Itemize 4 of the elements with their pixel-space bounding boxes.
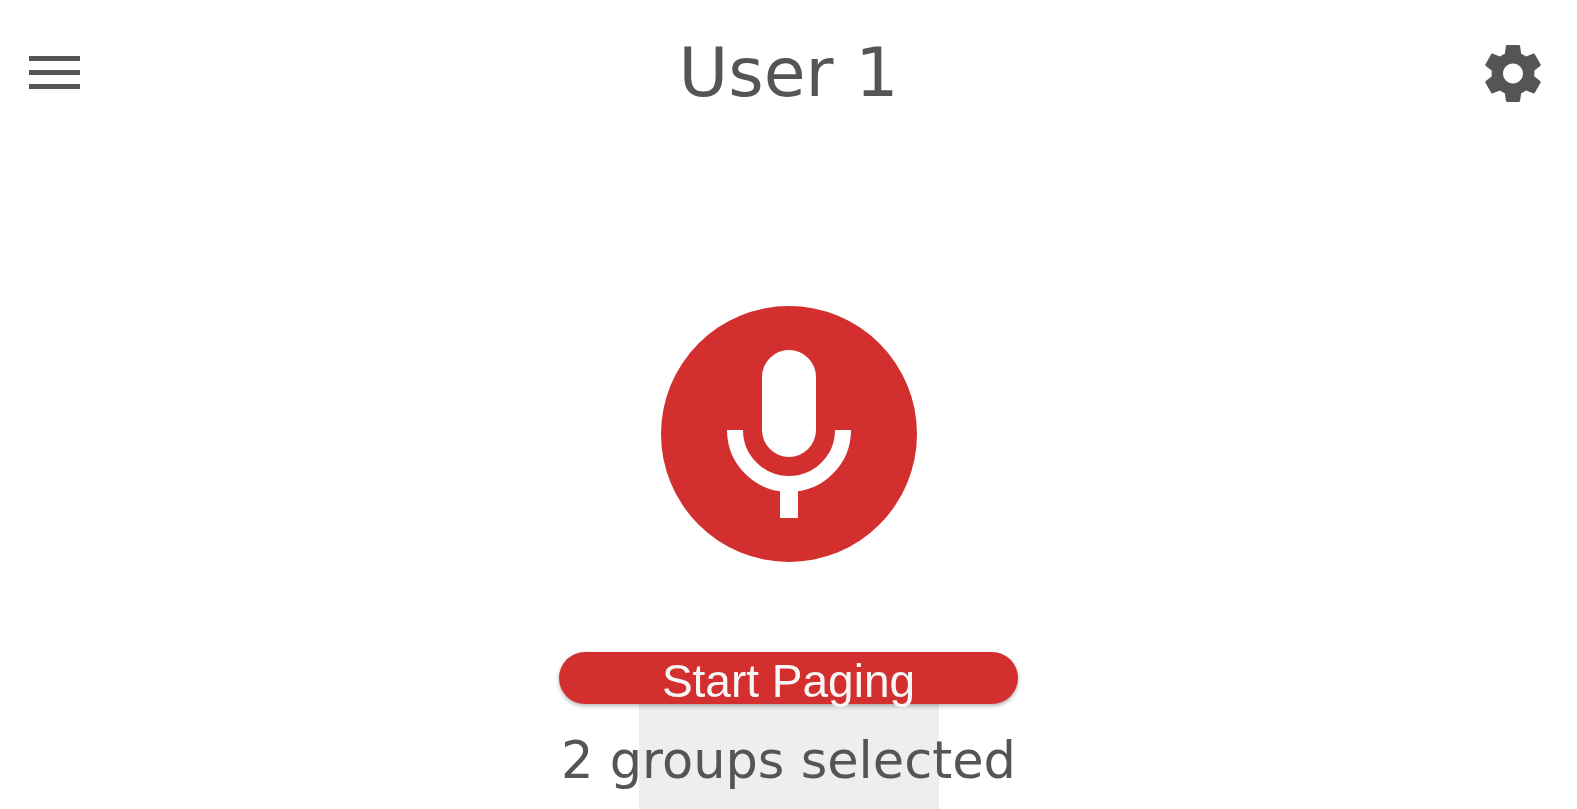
page-title: User 1 xyxy=(678,39,899,107)
settings-icon[interactable] xyxy=(1485,44,1541,102)
microphone-icon xyxy=(726,350,851,518)
menu-icon[interactable] xyxy=(29,56,80,90)
